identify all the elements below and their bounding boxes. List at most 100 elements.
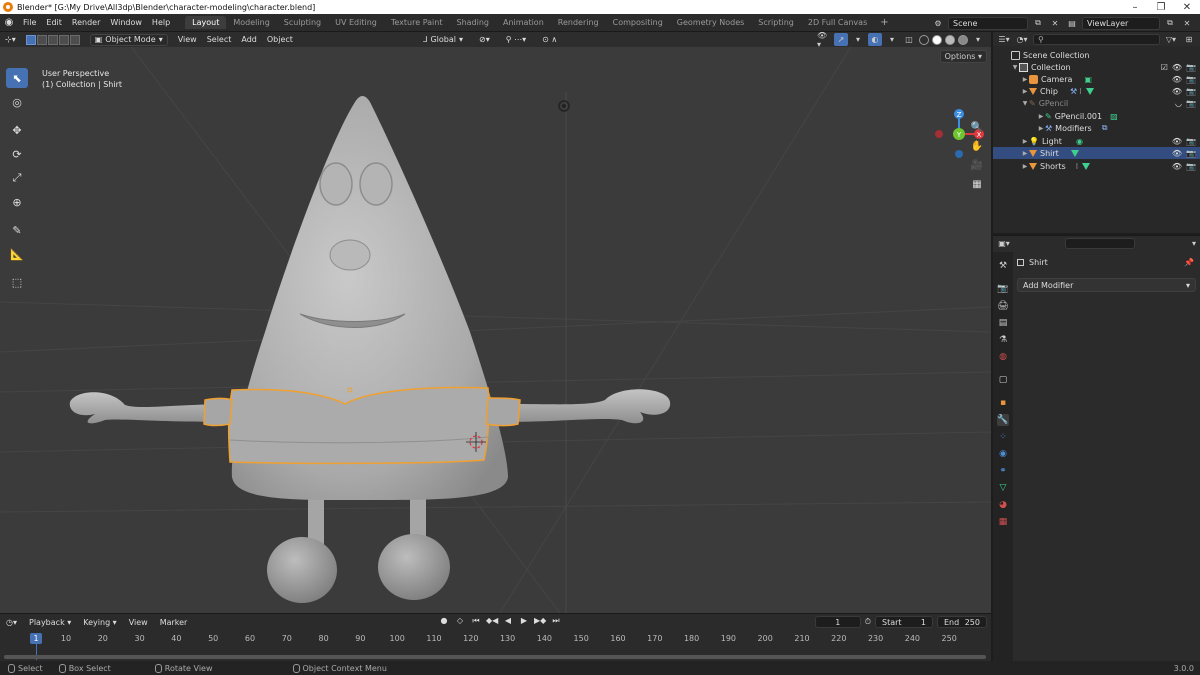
delete-view-layer-icon[interactable]: ✕ — [1180, 17, 1194, 30]
properties-search-input[interactable] — [1065, 237, 1135, 249]
outliner-editor-icon[interactable]: ☰▾ — [997, 33, 1011, 46]
solid-shading-icon[interactable] — [932, 34, 942, 45]
outliner-row-scene-collection[interactable]: Scene Collection — [993, 49, 1200, 61]
rotate-tool-icon[interactable]: ⟳ — [6, 144, 28, 164]
gizmo-neg-x-icon[interactable] — [935, 130, 943, 138]
jump-start-icon[interactable]: ⏮ — [470, 616, 482, 627]
particles-tab-icon[interactable]: ⁘ — [997, 431, 1009, 443]
options-dropdown[interactable]: Options ▾ — [939, 50, 987, 63]
stopwatch-icon[interactable]: ⏱ — [865, 617, 871, 627]
view-layer-tab-icon[interactable]: ▤ — [997, 317, 1009, 329]
tool-tab-icon[interactable]: ⚒ — [997, 260, 1009, 272]
blender-menu-icon[interactable]: ◉ — [0, 17, 18, 28]
shirt-mesh[interactable] — [227, 386, 490, 465]
expand-icon[interactable]: ▼ — [1021, 100, 1029, 107]
object-tab-icon[interactable]: ▪ — [997, 397, 1009, 409]
render-tab-icon[interactable]: 📷 — [997, 283, 1009, 295]
viewport-menu-view[interactable]: View — [173, 35, 202, 44]
minimize-icon[interactable]: – — [1122, 2, 1148, 13]
camera-render-icon[interactable]: 📷 — [1186, 149, 1196, 158]
new-scene-icon[interactable]: ⧉ — [1031, 17, 1045, 30]
timeline-menu-marker[interactable]: Marker — [154, 618, 194, 627]
hidden-eye-icon[interactable]: ◡ — [1175, 99, 1182, 108]
outliner-row-gpencil-001[interactable]: ▶ ✎ GPencil.001 ▨ — [993, 110, 1200, 122]
cursor-tool-icon[interactable]: ◎ — [6, 92, 28, 112]
pin-icon[interactable]: 📌 — [1184, 258, 1194, 267]
view-layer-icon[interactable]: ▤ — [1065, 17, 1079, 30]
timeline-menu-view[interactable]: View — [123, 618, 154, 627]
end-frame-field[interactable]: End 250 — [937, 616, 987, 628]
add-cube-tool-icon[interactable]: ⬚ — [6, 272, 28, 292]
record-icon[interactable]: ● — [438, 616, 450, 627]
tab-geometry-nodes[interactable]: Geometry Nodes — [670, 16, 751, 29]
timeline-scrollbar[interactable] — [4, 655, 986, 659]
tab-modeling[interactable]: Modeling — [226, 16, 276, 29]
expand-icon[interactable]: ▶ — [1021, 138, 1029, 145]
annotate-tool-icon[interactable]: ✎ — [6, 220, 28, 240]
camera-render-icon[interactable]: 📷 — [1186, 63, 1196, 72]
world-tab-icon[interactable]: ◍ — [997, 351, 1009, 363]
select-subtract-icon[interactable] — [47, 34, 58, 45]
delete-scene-icon[interactable]: ✕ — [1048, 17, 1062, 30]
tab-texture-paint[interactable]: Texture Paint — [384, 16, 450, 29]
outliner-row-chip[interactable]: ▶ Chip ⚒ ⁝ 👁 📷 — [993, 85, 1200, 97]
measure-tool-icon[interactable]: 📐 — [6, 244, 28, 264]
jump-keyframe-forward-icon[interactable]: ▶◆ — [534, 616, 546, 627]
camera-render-icon[interactable]: 📷 — [1186, 87, 1196, 96]
new-collection-icon[interactable]: ⊞ — [1182, 33, 1196, 46]
viewport-menu-add[interactable]: Add — [236, 35, 262, 44]
scene-tab-icon[interactable]: ⚗ — [997, 334, 1009, 346]
outliner-row-camera[interactable]: ▶ Camera ▣ 👁 📷 — [993, 73, 1200, 85]
scene-icon[interactable]: ⚙ — [931, 17, 945, 30]
select-extend-icon[interactable] — [36, 34, 47, 45]
collection-tab-icon[interactable]: ▢ — [997, 374, 1009, 386]
eye-icon[interactable]: 👁 — [1172, 137, 1182, 146]
eye-icon[interactable]: 👁 — [1172, 149, 1182, 158]
outliner-row-shorts[interactable]: ▶ Shorts ⁝ 👁 📷 — [993, 160, 1200, 172]
viewport-menu-object[interactable]: Object — [262, 35, 298, 44]
timeline-menu-keying[interactable]: Keying ▾ — [77, 618, 122, 627]
light-widget[interactable] — [558, 100, 570, 112]
frame-cursor[interactable]: 1 — [30, 633, 42, 644]
gizmo-icon[interactable]: ↗ — [834, 33, 848, 46]
expand-icon[interactable]: ▼ — [1011, 64, 1019, 71]
outliner-row-light[interactable]: ▶ 💡 Light ◉ 👁 📷 — [993, 135, 1200, 147]
expand-icon[interactable]: ▶ — [1021, 88, 1029, 95]
jump-end-icon[interactable]: ⏭ — [550, 616, 562, 627]
chevron-down-icon[interactable]: ▾ — [885, 33, 899, 46]
camera-render-icon[interactable]: 📷 — [1186, 137, 1196, 146]
add-workspace-icon[interactable]: + — [874, 17, 894, 28]
modifier-tab-icon[interactable]: 🔧 — [997, 414, 1009, 426]
3d-viewport[interactable]: ⊹▾ ▣ Object Mode ▾ View Select Add Objec… — [0, 32, 991, 613]
overlays-icon[interactable]: ◐ — [868, 33, 882, 46]
expand-icon[interactable]: ▶ — [1037, 125, 1045, 132]
current-frame-field[interactable]: 1 — [814, 616, 861, 628]
expand-icon[interactable]: ▶ — [1021, 150, 1029, 157]
keying-set-icon[interactable]: ◇ — [454, 616, 466, 627]
tab-shading[interactable]: Shading — [449, 16, 496, 29]
play-icon[interactable]: ▶ — [518, 616, 530, 627]
tab-sculpting[interactable]: Sculpting — [277, 16, 328, 29]
properties-editor-icon[interactable]: ▣▾ — [997, 237, 1011, 250]
jump-keyframe-back-icon[interactable]: ◆◀ — [486, 616, 498, 627]
new-view-layer-icon[interactable]: ⧉ — [1163, 17, 1177, 30]
material-tab-icon[interactable]: ◕ — [997, 499, 1009, 511]
camera-view-icon[interactable]: 🎥 — [969, 160, 985, 174]
transform-tool-icon[interactable]: ⊕ — [6, 192, 28, 212]
outliner-row-collection[interactable]: ▼ Collection ☑ 👁 📷 — [993, 61, 1200, 73]
proportional-edit-icon[interactable]: ⊙ ∧ — [537, 35, 562, 44]
zoom-icon[interactable]: 🔍 — [969, 122, 985, 136]
texture-tab-icon[interactable]: ▦ — [997, 516, 1009, 528]
expand-icon[interactable]: ▶ — [1021, 76, 1029, 83]
scale-tool-icon[interactable]: ⤢ — [6, 168, 28, 188]
gizmo-neg-z-icon[interactable] — [955, 150, 963, 158]
mode-dropdown[interactable]: ▣ Object Mode ▾ — [89, 33, 168, 46]
tab-2d-full-canvas[interactable]: 2D Full Canvas — [801, 16, 874, 29]
chevron-down-icon[interactable]: ▾ — [971, 33, 985, 46]
viewport-scene[interactable] — [0, 32, 991, 613]
timeline-ruler[interactable]: 10 20 30 40 50 60 70 80 90 100 110 120 130 140 150 160 1… — [0, 632, 991, 646]
timeline-editor-icon[interactable]: ◷▾ — [0, 618, 23, 627]
pivot-icon[interactable]: ⊘▾ — [474, 35, 495, 44]
shirt-sleeve-right[interactable] — [485, 397, 521, 427]
outliner-row-modifiers[interactable]: ▶ ⚒ Modifiers ⧉ — [993, 122, 1200, 134]
